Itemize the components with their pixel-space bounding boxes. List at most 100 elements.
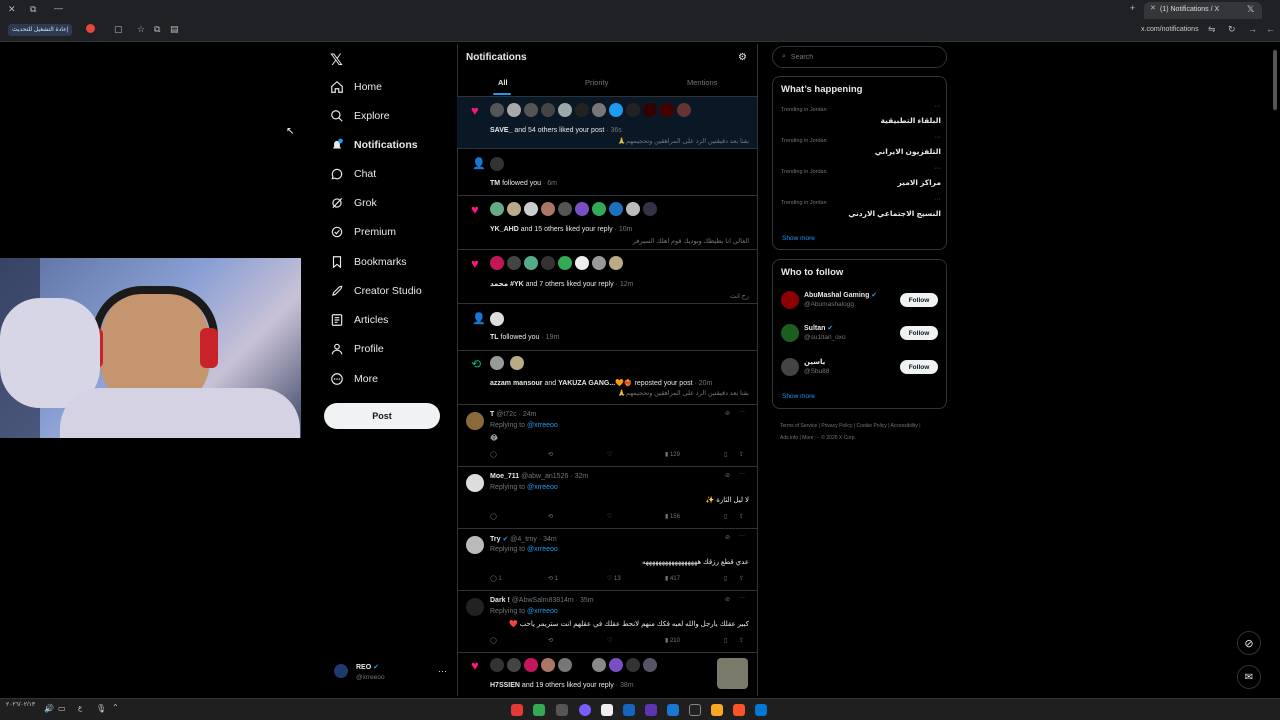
- post-thumbnail[interactable]: [717, 658, 748, 689]
- reply-post[interactable]: Try ✔ @4_trny · 34m Replying to @xrreeoo…: [457, 529, 757, 591]
- reload-icon[interactable]: ↻: [1228, 24, 1236, 35]
- views-icon[interactable]: ▮ 417: [665, 575, 680, 582]
- grok-icon[interactable]: ⊘: [725, 410, 730, 417]
- footer-link[interactable]: Cookie Policy: [857, 423, 887, 429]
- follow-suggestion[interactable]: AbuMashal Gaming ✔ @Abumashalogg Follow: [773, 289, 946, 313]
- search-box[interactable]: ⌕: [772, 46, 947, 68]
- tab-mentions[interactable]: Mentions: [687, 78, 717, 87]
- like-icon[interactable]: ♡: [607, 513, 612, 520]
- more-options-icon[interactable]: ···: [934, 165, 941, 172]
- follow-button[interactable]: Follow: [900, 293, 938, 307]
- like-icon[interactable]: ♡: [607, 637, 612, 644]
- bookmark-icon[interactable]: ▯: [724, 513, 727, 520]
- trend-item[interactable]: Trending in Jordan ··· البلقاء التطبيقية: [781, 103, 941, 135]
- search-input[interactable]: [790, 53, 931, 61]
- x-home-logo-icon[interactable]: 𝕏: [330, 50, 343, 70]
- obs-icon[interactable]: [556, 704, 568, 716]
- repost-icon[interactable]: ⟲ 1: [548, 575, 558, 582]
- notification-item[interactable]: ♥ H7SSIEN and 19 others liked your reply…: [457, 653, 757, 694]
- nav-articles[interactable]: Articles: [330, 310, 388, 330]
- nav-notifications[interactable]: Notifications: [330, 135, 418, 155]
- url-text[interactable]: x.com/notifications: [1141, 26, 1199, 33]
- language-indicator[interactable]: ع: [78, 704, 82, 712]
- notification-item[interactable]: ♥ محمد #YK and 7 others liked your reply…: [457, 250, 757, 304]
- reply-icon[interactable]: ◯: [490, 451, 497, 458]
- reply-icon[interactable]: ◯ 1: [490, 575, 502, 582]
- post-button[interactable]: Post: [324, 403, 440, 429]
- reply-post[interactable]: T @t72c · 24m Replying to @xrreeoo 😂 ⊘ ·…: [457, 405, 757, 467]
- nav-premium[interactable]: Premium: [330, 222, 396, 242]
- nav-more[interactable]: More: [330, 369, 378, 389]
- avatar[interactable]: [466, 474, 484, 492]
- reply-icon[interactable]: ◯: [490, 513, 497, 520]
- like-icon[interactable]: ♡ 13: [607, 575, 621, 582]
- settings-toggle-icon[interactable]: ⇋: [1208, 24, 1216, 35]
- nav-explore[interactable]: Explore: [330, 106, 390, 126]
- grok-floating-button[interactable]: ⊘: [1237, 631, 1261, 655]
- repost-icon[interactable]: ⟲: [548, 451, 553, 458]
- sidebar-icon[interactable]: ▢: [114, 24, 123, 35]
- nav-bookmarks[interactable]: Bookmarks: [330, 252, 407, 272]
- gear-icon[interactable]: ⚙: [738, 52, 747, 63]
- tab-notifications[interactable]: (1) Notifications / X: [1144, 2, 1262, 19]
- back-icon[interactable]: →: [1248, 24, 1257, 34]
- more-options-icon[interactable]: ···: [739, 409, 745, 415]
- forward-icon[interactable]: ←: [1266, 24, 1275, 34]
- extensions-icon[interactable]: ⧉: [154, 24, 160, 35]
- bookmark-icon[interactable]: ▯: [724, 451, 727, 458]
- notification-item[interactable]: ⟲ azzam mansour and YAKUZA GANG...🧡❤️‍🔥 …: [457, 351, 757, 405]
- more-options-icon[interactable]: ···: [934, 134, 941, 141]
- trend-item[interactable]: Trending in Jordan ··· النسيج الاجتماعي …: [781, 196, 941, 228]
- new-tab-icon[interactable]: +: [1130, 3, 1135, 13]
- follow-button[interactable]: Follow: [900, 326, 938, 340]
- notification-item[interactable]: 👤 TM followed you · 6m: [457, 149, 757, 196]
- grok-icon[interactable]: ⊘: [725, 534, 730, 541]
- grok-icon[interactable]: ⊘: [725, 596, 730, 603]
- account-avatar[interactable]: [334, 664, 348, 678]
- steam-icon[interactable]: [623, 704, 635, 716]
- grok-icon[interactable]: ⊘: [725, 472, 730, 479]
- follow-suggestion[interactable]: Sultan ✔ @su1ltan_oxo Follow: [773, 322, 946, 346]
- more-options-icon[interactable]: ···: [934, 103, 941, 110]
- footer-link[interactable]: More ···: [802, 435, 820, 441]
- star-icon[interactable]: ☆: [137, 24, 145, 35]
- share-icon[interactable]: ⇪: [739, 513, 744, 520]
- close-window-icon[interactable]: ✕: [8, 4, 16, 15]
- folder-icon[interactable]: [711, 704, 723, 716]
- more-options-icon[interactable]: ···: [934, 196, 941, 203]
- nav-creator-studio[interactable]: Creator Studio: [330, 281, 422, 301]
- reply-post[interactable]: Dark ! @AbwSalm83814m · 35m Replying to …: [457, 591, 757, 653]
- notes-icon[interactable]: [601, 704, 613, 716]
- avatar[interactable]: [466, 536, 484, 554]
- network-icon[interactable]: ▭: [58, 704, 66, 713]
- repost-icon[interactable]: ⟲: [548, 637, 553, 644]
- share-icon[interactable]: ⇪: [739, 637, 744, 644]
- app-icon[interactable]: [579, 704, 591, 716]
- nav-grok[interactable]: Grok: [330, 193, 377, 213]
- footer-link[interactable]: Terms of Service: [780, 423, 817, 429]
- profile-badge-icon[interactable]: [86, 24, 95, 33]
- footer-link[interactable]: Ads info: [780, 435, 798, 441]
- more-options-icon[interactable]: ···: [739, 471, 745, 477]
- tab-priority[interactable]: Priority: [585, 78, 608, 87]
- tab-all[interactable]: All: [498, 78, 508, 87]
- footer-link[interactable]: Accessibility: [891, 423, 918, 429]
- nav-home[interactable]: Home: [330, 77, 382, 97]
- avatar[interactable]: [466, 598, 484, 616]
- notification-item[interactable]: ♥ SAVE_ and 54 others liked your post · …: [457, 97, 757, 149]
- notification-item[interactable]: 👤 TL followed you · 19m: [457, 304, 757, 351]
- show-more-trends-link[interactable]: Show more: [782, 235, 815, 242]
- views-icon[interactable]: ▮ 129: [665, 451, 680, 458]
- windows-start-icon[interactable]: [755, 704, 767, 716]
- views-icon[interactable]: ▮ 210: [665, 637, 680, 644]
- account-menu-icon[interactable]: ···: [438, 666, 447, 676]
- reader-icon[interactable]: ▤: [170, 24, 179, 35]
- notification-item[interactable]: ♥ YK_AHD and 15 others liked your reply …: [457, 196, 757, 250]
- volume-icon[interactable]: 🔊: [44, 704, 54, 713]
- refresh-update-button[interactable]: إعادة التشغيل للتحديث: [8, 24, 73, 36]
- steam-alt-icon[interactable]: [667, 704, 679, 716]
- avatar[interactable]: [466, 412, 484, 430]
- bookmark-icon[interactable]: ▯: [724, 637, 727, 644]
- tab-close-icon[interactable]: ✕: [1150, 4, 1156, 12]
- repost-icon[interactable]: ⟲: [548, 513, 553, 520]
